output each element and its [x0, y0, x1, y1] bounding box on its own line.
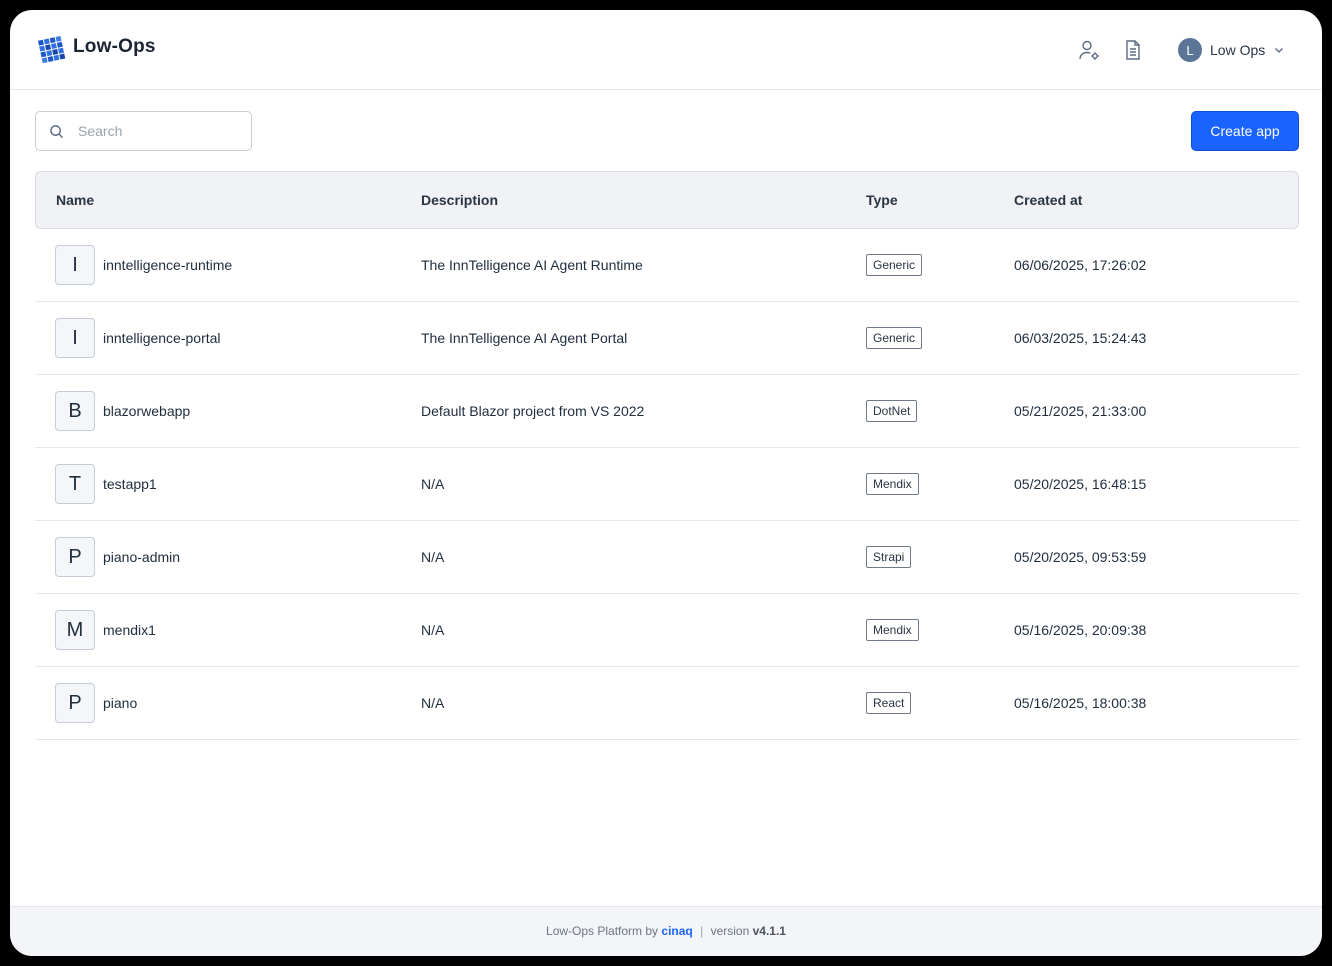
search-icon: [50, 124, 64, 138]
user-name: Low Ops: [1210, 42, 1266, 58]
column-header-description[interactable]: Description: [421, 192, 498, 208]
column-header-created-at[interactable]: Created at: [1014, 192, 1082, 208]
app-initial-avatar: M: [55, 610, 95, 650]
app-description: The InnTelligence AI Agent Runtime: [421, 257, 643, 273]
table-row[interactable]: B blazorwebapp Default Blazor project fr…: [35, 375, 1299, 448]
app-initial-avatar: P: [55, 683, 95, 723]
version-label: version: [710, 924, 750, 938]
app-created-at: 06/03/2025, 15:24:43: [1014, 330, 1147, 346]
app-description: N/A: [421, 549, 445, 565]
app-type-badge: Mendix: [866, 473, 919, 495]
column-header-type[interactable]: Type: [866, 192, 898, 208]
company-link[interactable]: cinaq: [661, 924, 692, 938]
chevron-down-icon: [1275, 48, 1284, 53]
app-initial-avatar: T: [55, 464, 95, 504]
brand-name[interactable]: Low-Ops: [73, 36, 156, 58]
low-ops-logo-icon[interactable]: [38, 35, 66, 63]
app-initial-avatar: I: [55, 245, 95, 285]
app-created-at: 06/06/2025, 17:26:02: [1014, 257, 1147, 273]
version-number: v4.1.1: [752, 924, 786, 938]
footer: Low-Ops Platform by cinaq | version v4.1…: [10, 906, 1322, 956]
app-initial-avatar: B: [55, 391, 95, 431]
app-name[interactable]: mendix1: [103, 622, 156, 638]
app-initial-avatar: P: [55, 537, 95, 577]
app-type-badge: React: [866, 692, 912, 714]
app-type-badge: DotNet: [866, 400, 918, 422]
app-created-at: 05/16/2025, 20:09:38: [1014, 622, 1147, 638]
document-icon[interactable]: [1121, 38, 1145, 62]
app-initial-avatar: I: [55, 318, 95, 358]
app-description: N/A: [421, 695, 445, 711]
table-row[interactable]: P piano-admin N/A Strapi 05/20/2025, 09:…: [35, 521, 1299, 594]
app-name[interactable]: blazorwebapp: [103, 403, 190, 419]
app-type-badge: Generic: [866, 254, 923, 276]
apps-table-body: I inntelligence-runtime The InnTelligenc…: [35, 229, 1299, 740]
app-created-at: 05/16/2025, 18:00:38: [1014, 695, 1147, 711]
user-menu[interactable]: L Low Ops: [1178, 38, 1285, 62]
search-box[interactable]: [35, 111, 252, 151]
table-row[interactable]: T testapp1 N/A Mendix 05/20/2025, 16:48:…: [35, 448, 1299, 521]
app-created-at: 05/21/2025, 21:33:00: [1014, 403, 1147, 419]
app-name[interactable]: inntelligence-portal: [103, 330, 221, 346]
app-description: N/A: [421, 622, 445, 638]
table-header: Name Description Type Created at: [35, 171, 1299, 229]
app-created-at: 05/20/2025, 09:53:59: [1014, 549, 1147, 565]
app-name[interactable]: inntelligence-runtime: [103, 257, 232, 273]
app-description: N/A: [421, 476, 445, 492]
app-type-badge: Generic: [866, 327, 923, 349]
app-type-badge: Strapi: [866, 546, 912, 568]
table-row[interactable]: M mendix1 N/A Mendix 05/16/2025, 20:09:3…: [35, 594, 1299, 667]
table-row[interactable]: I inntelligence-portal The InnTelligence…: [35, 302, 1299, 375]
app-description: Default Blazor project from VS 2022: [421, 403, 645, 419]
app-description: The InnTelligence AI Agent Portal: [421, 330, 628, 346]
app-window: Low-Ops L Low Ops Create app Name: [10, 10, 1322, 956]
create-app-button[interactable]: Create app: [1191, 111, 1299, 151]
app-name[interactable]: piano-admin: [103, 549, 180, 565]
app-name[interactable]: piano: [103, 695, 137, 711]
user-settings-icon[interactable]: [1077, 38, 1101, 62]
app-created-at: 05/20/2025, 16:48:15: [1014, 476, 1147, 492]
table-row[interactable]: P piano N/A React 05/16/2025, 18:00:38: [35, 667, 1299, 740]
avatar: L: [1178, 38, 1202, 62]
search-input[interactable]: [76, 122, 230, 140]
table-row[interactable]: I inntelligence-runtime The InnTelligenc…: [35, 229, 1299, 302]
footer-prefix: Low-Ops Platform by: [546, 924, 659, 938]
column-header-name[interactable]: Name: [56, 192, 94, 208]
footer-separator: |: [700, 924, 704, 938]
app-type-badge: Mendix: [866, 619, 919, 641]
top-header: Low-Ops L Low Ops: [10, 10, 1322, 90]
app-name[interactable]: testapp1: [103, 476, 157, 492]
